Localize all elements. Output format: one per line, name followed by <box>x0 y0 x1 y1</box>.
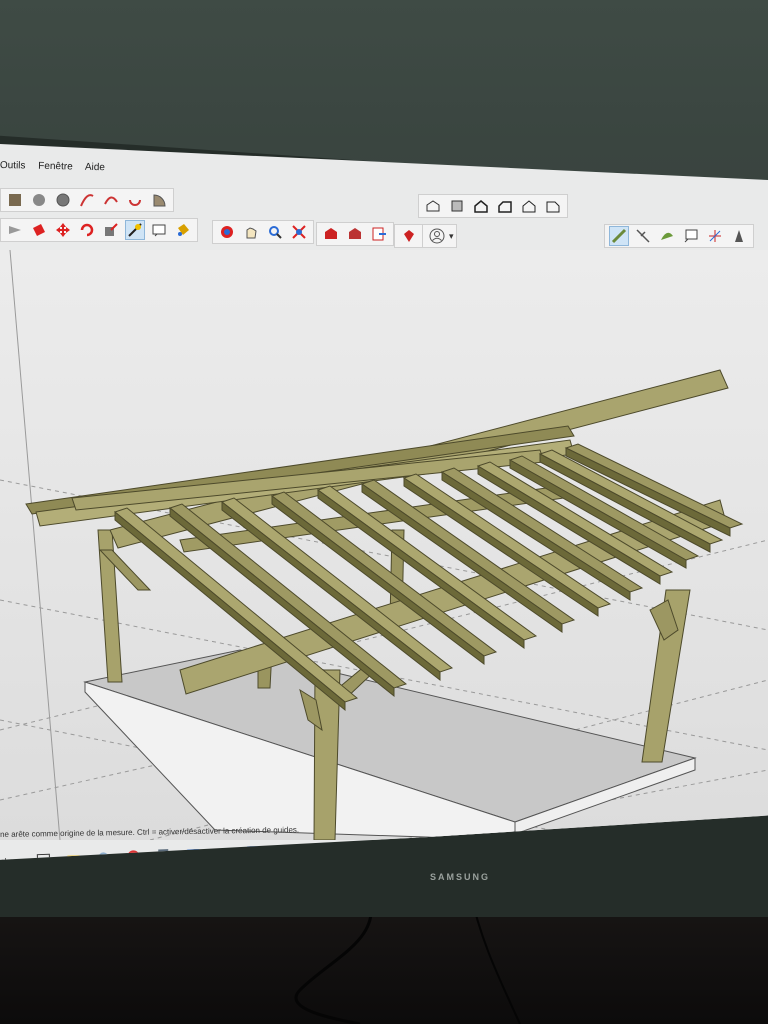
left-view-icon[interactable] <box>543 196 563 216</box>
components-icon[interactable] <box>345 224 365 244</box>
text-icon[interactable] <box>149 220 169 240</box>
iso-view-icon[interactable] <box>423 196 443 216</box>
text-label-icon[interactable] <box>681 226 701 246</box>
circle-icon[interactable] <box>53 190 73 210</box>
monitor-brand-logo: SAMSUNG <box>430 872 491 882</box>
zoom-extents-icon[interactable] <box>289 222 309 242</box>
camera-toolbar <box>212 220 314 244</box>
line-icon[interactable] <box>5 190 25 210</box>
menu-bar: Outils Fenêtre Aide <box>0 160 200 188</box>
move-icon[interactable] <box>53 220 73 240</box>
extension-toolbar <box>394 224 424 248</box>
push-pull-icon[interactable] <box>5 220 25 240</box>
send-to-layout-icon[interactable] <box>369 224 389 244</box>
menu-aide[interactable]: Aide <box>85 162 105 173</box>
axes-icon[interactable] <box>705 226 725 246</box>
drawing-toolbar <box>0 188 174 212</box>
account-toolbar: ▾ <box>422 224 457 248</box>
arc-3pt-icon[interactable] <box>125 190 145 210</box>
user-account-icon[interactable] <box>427 226 447 246</box>
tape-measure-icon[interactable] <box>125 220 145 240</box>
sketchup-window: Outils Fenêtre Aide ▾ ne arête comme ori… <box>0 144 768 860</box>
paint-bucket-icon[interactable] <box>173 220 193 240</box>
top-view-icon[interactable] <box>447 196 467 216</box>
back-view-icon[interactable] <box>519 196 539 216</box>
warehouse-icon[interactable] <box>321 224 341 244</box>
menu-fenetre[interactable]: Fenêtre <box>38 161 73 173</box>
sandbox-toolbar <box>604 224 754 248</box>
scale-icon[interactable] <box>101 220 121 240</box>
orbit-icon[interactable] <box>217 222 237 242</box>
pergola-model <box>0 250 768 840</box>
extension-warehouse-icon[interactable] <box>399 226 419 246</box>
drape-icon[interactable] <box>633 226 653 246</box>
pie-icon[interactable] <box>149 190 169 210</box>
3d-viewport[interactable] <box>0 250 768 840</box>
pan-icon[interactable] <box>241 222 261 242</box>
follow-me-icon[interactable] <box>29 220 49 240</box>
section-plane-icon[interactable] <box>729 226 749 246</box>
views-toolbar <box>418 194 568 218</box>
polygon-icon[interactable] <box>77 190 97 210</box>
edit-toolbar <box>0 218 198 242</box>
menu-outils[interactable]: Outils <box>0 160 26 172</box>
warehouse-toolbar <box>316 222 394 246</box>
arc-icon[interactable] <box>101 190 121 210</box>
rotate-icon[interactable] <box>77 220 97 240</box>
zoom-icon[interactable] <box>265 222 285 242</box>
front-view-icon[interactable] <box>471 196 491 216</box>
sandbox-icon[interactable] <box>609 226 629 246</box>
account-dropdown-icon[interactable]: ▾ <box>449 231 454 242</box>
right-view-icon[interactable] <box>495 196 515 216</box>
vertical-axis <box>9 250 61 840</box>
rectangle-icon[interactable] <box>29 190 49 210</box>
dimension-icon[interactable] <box>657 226 677 246</box>
